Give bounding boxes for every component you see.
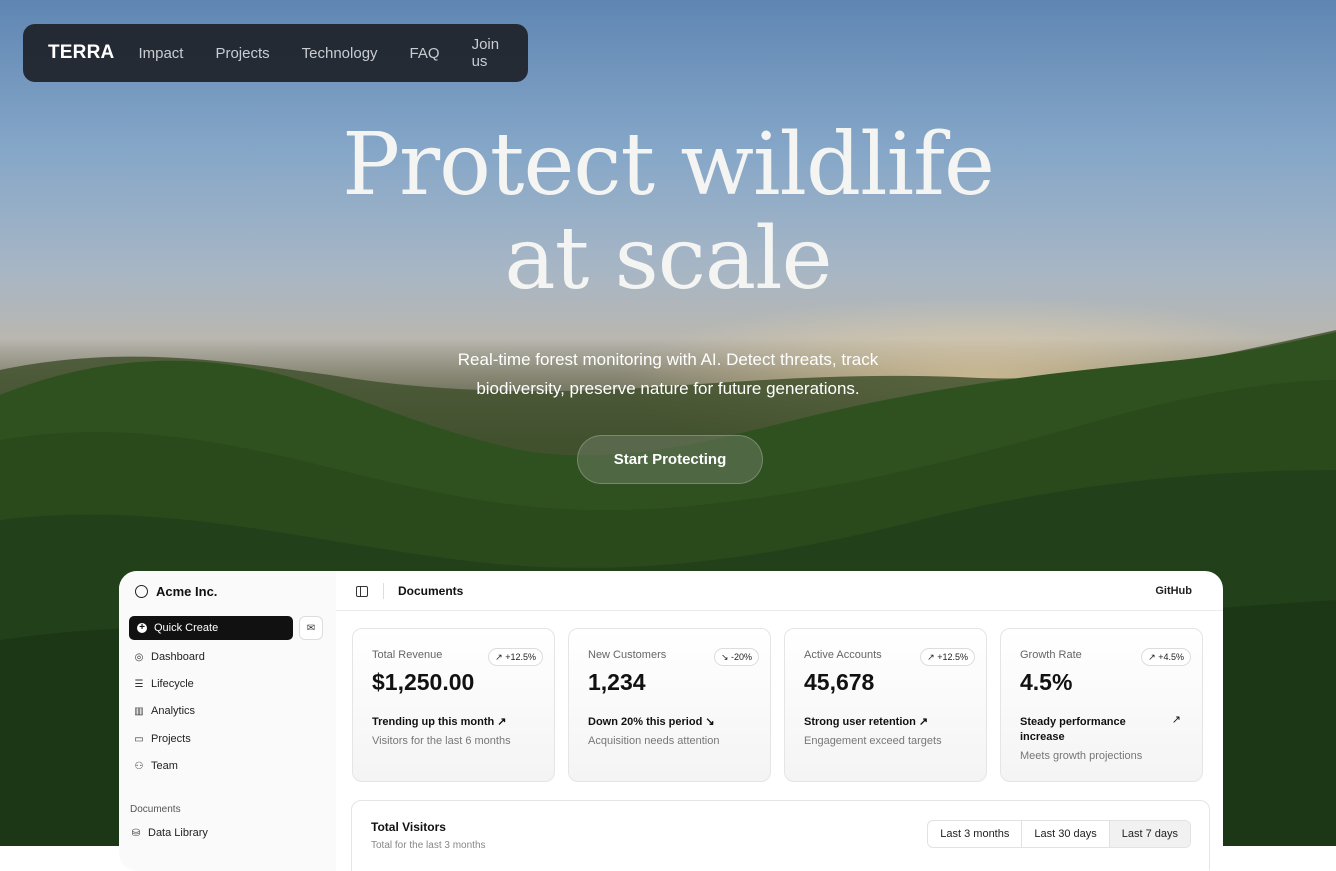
badge-value: -20% — [730, 652, 752, 662]
trending-up-icon: ↗ — [497, 716, 507, 728]
card-value: 4.5% — [1020, 669, 1073, 695]
card-value: 1,234 — [588, 669, 646, 695]
list-icon: ☰ — [134, 678, 144, 690]
org-name: Acme Inc. — [156, 584, 218, 599]
metric-card-active-accounts: Active Accounts ↗ +12.5% 45,678 Strong u… — [784, 628, 987, 782]
total-visitors-panel: Total Visitors Total for the last 3 mont… — [351, 800, 1210, 871]
trending-down-icon: ↘ — [705, 716, 715, 728]
metric-card-total-revenue: Total Revenue ↗ +12.5% $1,250.00 Trendin… — [352, 628, 555, 782]
sidebar-item-label: Projects — [151, 733, 191, 745]
range-last-7-days[interactable]: Last 7 days — [1109, 821, 1190, 847]
sidebar-item-data-library[interactable]: ⛁ Data Library — [130, 827, 208, 839]
trend-badge: ↗ +12.5% — [920, 648, 975, 666]
sidebar-item-projects[interactable]: ▭ Projects — [133, 733, 191, 745]
brand-logo[interactable]: TERRA — [48, 42, 114, 64]
hero-subtitle-line-1: Real-time forest monitoring with AI. Det… — [457, 350, 879, 369]
sidebar-item-analytics[interactable]: ▥ Analytics — [133, 705, 195, 717]
card-label: Total Revenue — [372, 649, 443, 661]
badge-value: +12.5% — [505, 652, 536, 662]
hero-title: Protect wildlife at scale — [0, 118, 1336, 306]
github-link[interactable]: GitHub — [1155, 585, 1192, 597]
users-icon: ⚇ — [134, 760, 144, 772]
card-label: Growth Rate — [1020, 649, 1082, 661]
hero-title-line-2: at scale — [504, 209, 832, 309]
org-switcher[interactable]: Acme Inc. — [135, 584, 217, 599]
sidebar: Acme Inc. + Quick Create ✉ ◎ Dashboard ☰… — [119, 571, 336, 871]
nav-link-impact[interactable]: Impact — [138, 45, 183, 62]
database-icon: ⛁ — [131, 827, 141, 839]
card-trend-text: Trending up this month — [372, 716, 495, 728]
card-label: Active Accounts — [804, 649, 882, 661]
main-header: Documents GitHub — [336, 571, 1223, 611]
quick-create-button[interactable]: + Quick Create — [129, 616, 293, 640]
card-note: Meets growth projections — [1020, 750, 1143, 762]
card-note: Acquisition needs attention — [588, 735, 720, 747]
chart-icon: ▥ — [134, 705, 144, 717]
sidebar-item-label: Lifecycle — [151, 678, 194, 690]
header-divider — [383, 583, 384, 599]
nav-link-join-us[interactable]: Join us — [472, 36, 500, 70]
card-value: $1,250.00 — [372, 669, 475, 695]
dashboard-preview: Acme Inc. + Quick Create ✉ ◎ Dashboard ☰… — [119, 571, 1223, 871]
mail-icon: ✉ — [306, 622, 316, 634]
inbox-button[interactable]: ✉ — [299, 616, 323, 640]
nav-link-faq[interactable]: FAQ — [410, 45, 440, 62]
hero-subtitle: Real-time forest monitoring with AI. Det… — [418, 345, 918, 403]
card-trend-text: Strong user retention — [804, 716, 916, 728]
badge-value: +4.5% — [1158, 652, 1184, 662]
quick-create-label: Quick Create — [154, 622, 219, 634]
trend-badge: ↗ +4.5% — [1141, 648, 1191, 666]
dashboard-icon: ◎ — [134, 651, 144, 663]
hero-subtitle-line-2: biodiversity, preserve nature for future… — [476, 379, 860, 398]
trend-badge: ↘ -20% — [713, 648, 759, 666]
plus-circle-icon: + — [137, 623, 147, 633]
nav-link-projects[interactable]: Projects — [215, 45, 269, 62]
visitors-title: Total Visitors — [371, 820, 446, 834]
hero-title-line-1: Protect wildlife — [342, 115, 995, 215]
card-trend-text: Steady performance increase — [1020, 716, 1126, 743]
sidebar-item-label: Dashboard — [151, 651, 205, 663]
card-trend: Trending up this month ↗ — [372, 715, 522, 730]
metric-card-growth-rate: Growth Rate ↗ +4.5% 4.5% Steady performa… — [1000, 628, 1203, 782]
sidebar-item-dashboard[interactable]: ◎ Dashboard — [133, 651, 205, 663]
card-note: Engagement exceed targets — [804, 735, 942, 747]
sidebar-item-team[interactable]: ⚇ Team — [133, 760, 178, 772]
sidebar-item-lifecycle[interactable]: ☰ Lifecycle — [133, 678, 194, 690]
folder-icon: ▭ — [134, 733, 144, 745]
trend-badge: ↗ +12.5% — [488, 648, 543, 666]
circle-logo-icon — [135, 585, 148, 598]
sidebar-item-label: Team — [151, 760, 178, 772]
page-title: Documents — [398, 584, 464, 598]
trending-up-icon: ↗ — [1171, 714, 1181, 726]
card-label: New Customers — [588, 649, 667, 661]
badge-value: +12.5% — [937, 652, 968, 662]
start-protecting-button[interactable]: Start Protecting — [577, 435, 763, 484]
range-toggle-group: Last 3 months Last 30 days Last 7 days — [927, 820, 1191, 848]
sidebar-item-label: Analytics — [151, 705, 196, 717]
top-navbar: TERRA Impact Projects Technology FAQ Joi… — [23, 24, 528, 82]
card-trend: Strong user retention ↗ — [804, 715, 954, 730]
metric-card-new-customers: New Customers ↘ -20% 1,234 Down 20% this… — [568, 628, 771, 782]
sidebar-item-label: Data Library — [148, 827, 208, 839]
nav-link-technology[interactable]: Technology — [302, 45, 378, 62]
sidebar-toggle-icon[interactable] — [356, 586, 368, 597]
card-value: 45,678 — [804, 669, 875, 695]
card-trend-text: Down 20% this period — [588, 716, 703, 728]
range-last-30-days[interactable]: Last 30 days — [1022, 821, 1110, 847]
card-trend: Down 20% this period ↘ — [588, 715, 738, 730]
card-note: Visitors for the last 6 months — [372, 735, 511, 747]
range-last-3-months[interactable]: Last 3 months — [928, 821, 1023, 847]
sidebar-group-documents: Documents — [130, 804, 181, 815]
trending-up-icon: ↗ — [918, 716, 929, 728]
